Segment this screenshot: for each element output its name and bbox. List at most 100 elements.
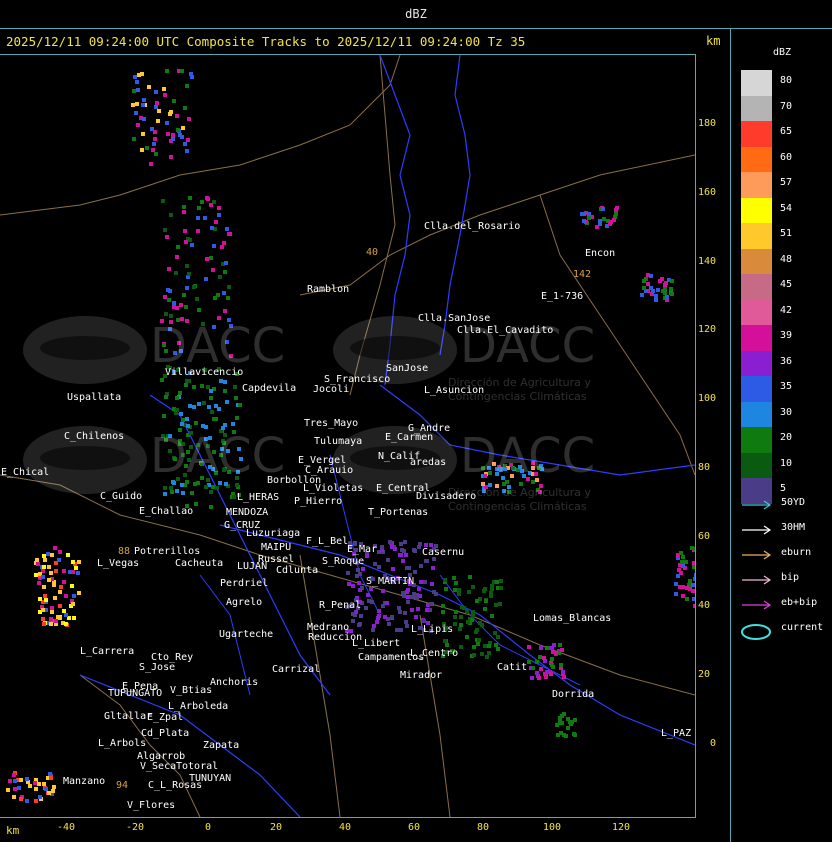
radar-echo-pixel [399,628,403,632]
radar-echo-pixel [691,583,695,587]
radar-echo-pixel [172,99,176,103]
radar-echo-pixel [36,562,40,566]
y-tick-label: 160 [698,187,717,198]
place-label: Uspallata [67,392,122,403]
watermark-name: DACC [150,318,286,374]
radar-echo-pixel [175,408,179,412]
radar-echo-pixel [154,152,158,156]
radar-echo-pixel [390,615,394,619]
watermark-logo: DACC Dirección de Agricultura y Continge… [330,420,620,513]
place-label: Totoral [176,761,219,772]
radar-echo-pixel [483,607,487,611]
place-label: E_Challao [139,506,194,517]
radar-echo-pixel [188,404,192,408]
radar-echo-pixel [64,594,68,598]
radar-echo-pixel [692,565,695,569]
radar-echo-pixel [681,564,685,568]
route-number: 94 [116,780,129,791]
place-label: Anchoris [210,677,259,688]
radar-echo-pixel [598,219,602,223]
radar-echo-pixel [642,286,646,290]
radar-echo-pixel [154,90,158,94]
radar-echo-pixel [42,782,46,786]
place-label: Capdevila [242,383,297,394]
radar-echo-pixel [154,105,158,109]
radar-echo-pixel [44,598,48,602]
radar-echo-pixel [489,594,493,598]
radar-echo-pixel [152,142,156,146]
composite-tracks-header: 2025/12/11 09:24:00 UTC Composite Tracks… [6,34,526,49]
place-label: L_Arboleda [168,701,229,712]
radar-echo-pixel [454,610,458,614]
radar-echo-pixel [187,272,191,276]
radar-echo-pixel [542,656,546,660]
radar-echo-pixel [406,600,410,604]
radar-echo-pixel [430,582,434,586]
radar-echo-pixel [155,101,159,105]
radar-echo-pixel [429,602,433,606]
place-label: Encon [585,248,616,259]
radar-echo-pixel [209,505,213,509]
radar-echo-pixel [181,126,185,130]
place-label: MAIPU [261,542,292,553]
place-label: Perdriel [220,578,269,589]
legend-swatch: 10 [741,452,792,478]
radar-echo-pixel [665,295,669,299]
radar-echo-pixel [459,615,463,619]
radar-echo-pixel [72,616,76,620]
radar-echo-pixel [74,566,78,570]
radar-echo-pixel [499,586,503,590]
radar-echo-pixel [471,585,475,589]
legend-value: 54 [780,202,793,214]
radar-echo-pixel [180,135,184,139]
radar-echo-pixel [178,391,182,395]
radar-echo-pixel [356,568,360,572]
radar-echo-pixel [185,149,189,153]
place-label: Clla.del_Rosario [424,221,521,232]
radar-echo-pixel [47,578,51,582]
radar-echo-pixel [476,642,480,646]
radar-echo-pixel [141,132,145,136]
radar-echo-pixel [180,69,184,73]
radar-echo-pixel [222,241,226,245]
radar-echo-pixel [545,670,549,674]
radar-echo-pixel [197,402,201,406]
radar-echo-pixel [62,580,66,584]
radar-echo-pixel [52,785,56,789]
radar-echo-pixel [487,651,491,655]
radar-echo-pixel [6,788,10,792]
radar-echo-pixel [693,547,695,551]
radar-echo-pixel [225,227,229,231]
radar-echo-pixel [52,583,56,587]
radar-echo-pixel [218,275,222,279]
place-label: R_Penal [319,600,362,611]
radar-echo-pixel [64,622,68,626]
radar-echo-pixel [570,720,574,724]
radar-echo-pixel [161,199,165,203]
radar-echo-pixel [364,606,368,610]
radar-echo-pixel [58,616,62,620]
radar-map[interactable]: DACC DACC Dirección de Agricultura y Con… [0,54,696,818]
radar-echo-pixel [12,773,16,777]
radar-echo-pixel [165,69,169,73]
radar-echo-pixel [550,657,554,661]
radar-echo-pixel [644,277,648,281]
place-label: L_PAZ [661,728,692,739]
radar-echo-pixel [34,573,38,577]
radar-echo-pixel [64,613,68,617]
y-tick-label: 140 [698,256,717,267]
radar-echo-pixel [417,587,421,591]
radar-echo-pixel [530,676,534,680]
radar-echo-pixel [43,594,47,598]
radar-echo-pixel [496,647,500,651]
radar-echo-pixel [185,264,189,268]
radar-echo-pixel [189,72,193,76]
radar-echo-pixel [17,786,21,790]
radar-echo-pixel [693,577,695,581]
radar-echo-pixel [680,560,684,564]
map-line [0,55,401,216]
place-label: Casernu [422,547,465,558]
radar-echo-pixel [480,652,484,656]
radar-echo-pixel [70,584,74,588]
place-label: Jocoli [313,384,350,395]
